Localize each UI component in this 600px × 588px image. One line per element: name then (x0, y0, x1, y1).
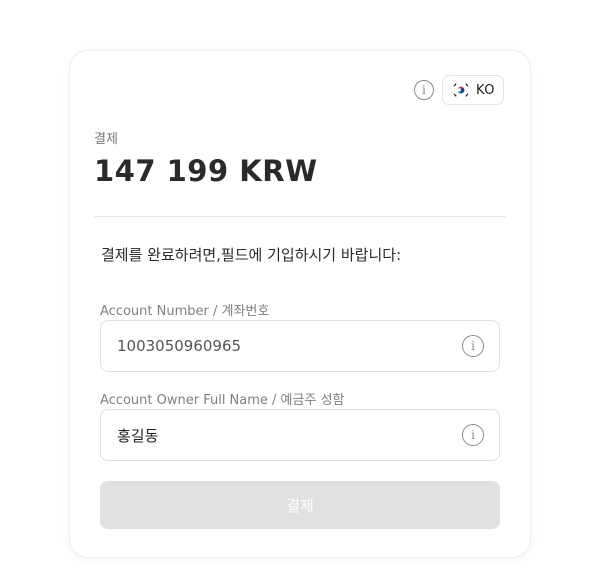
account-owner-field[interactable]: i (100, 409, 500, 461)
account-owner-input[interactable] (117, 410, 447, 460)
language-code: KO (475, 82, 495, 98)
payment-amount: 147 199 KRW (94, 154, 318, 188)
form-instruction: 결제를 완료하려면,필드에 기입하시기 바랍니다: (101, 246, 402, 264)
info-icon[interactable]: i (462, 335, 484, 357)
account-number-label: Account Number / 계좌번호 (100, 304, 270, 319)
account-owner-label: Account Owner Full Name / 예금주 성함 (100, 393, 345, 408)
language-selector[interactable]: KO (441, 75, 504, 105)
divider (94, 216, 506, 217)
info-icon[interactable]: i (413, 80, 434, 100)
account-number-field[interactable]: i (100, 320, 500, 372)
submit-payment-button[interactable]: 결제 (100, 481, 500, 529)
payment-label: 결제 (94, 132, 118, 147)
account-number-input[interactable] (117, 321, 447, 371)
south-korea-flag-icon (450, 80, 471, 100)
card-toolbar: i KO (413, 75, 504, 105)
info-icon[interactable]: i (462, 424, 484, 446)
payment-card: i KO 결제 147 199 KRW 결제를 완료하려면,필드에 기입하시기 … (70, 51, 530, 557)
